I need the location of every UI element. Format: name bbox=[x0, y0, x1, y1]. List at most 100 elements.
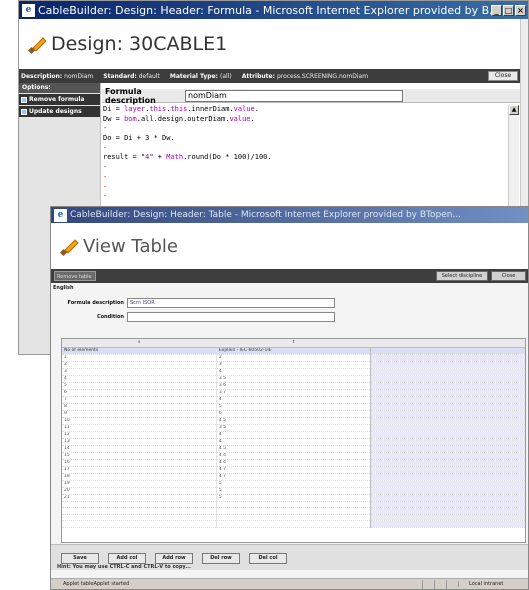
table-cell[interactable]: Explain - IEC 60502-1IE bbox=[216, 347, 371, 355]
close-window-button[interactable]: × bbox=[515, 4, 526, 16]
maximize-button[interactable]: □ bbox=[503, 4, 514, 16]
table-cell[interactable]: 4 bbox=[62, 375, 217, 383]
formula-description-input[interactable] bbox=[185, 89, 403, 102]
table-row[interactable] bbox=[62, 514, 525, 522]
table-cell[interactable]: 4 5 bbox=[216, 417, 371, 425]
table-cell[interactable]: 13 bbox=[62, 438, 217, 446]
table-row[interactable]: 34 bbox=[62, 368, 525, 376]
add-row-button[interactable]: Add row bbox=[155, 553, 193, 564]
table-row[interactable]: 15 4 4 bbox=[62, 452, 525, 460]
table-cell[interactable]: 4 4 bbox=[216, 459, 371, 467]
table-row[interactable]: 12 bbox=[62, 354, 525, 362]
add-col-button[interactable]: Add col bbox=[108, 553, 146, 564]
table-row[interactable]: 12 4 bbox=[62, 431, 525, 439]
table-cell[interactable]: No of elements bbox=[62, 347, 217, 355]
table-cell[interactable]: 9 bbox=[62, 410, 217, 418]
table-row[interactable]: 23 bbox=[62, 361, 525, 369]
table-row[interactable]: 13 4 bbox=[62, 438, 525, 446]
table-row[interactable]: 53 6 bbox=[62, 382, 525, 390]
table-cell[interactable]: 18 bbox=[62, 473, 217, 481]
table-cell[interactable]: 5 bbox=[216, 480, 371, 488]
table-cell[interactable]: 4 4 bbox=[216, 452, 371, 460]
table-row[interactable]: 19 5 bbox=[62, 480, 525, 488]
table-row[interactable]: 11 3 5 bbox=[62, 424, 525, 432]
table-cell[interactable]: 4 bbox=[216, 438, 371, 446]
table-cell[interactable]: 2 bbox=[62, 361, 217, 369]
column-header[interactable]: t bbox=[216, 339, 371, 348]
minimize-button[interactable]: _ bbox=[491, 4, 502, 16]
table-row[interactable]: 20 5 bbox=[62, 487, 525, 495]
table-cell[interactable]: 11 bbox=[62, 424, 217, 432]
table-cell[interactable]: 4 7 bbox=[216, 466, 371, 474]
table-cell[interactable]: 4 bbox=[216, 368, 371, 376]
table-cell[interactable]: 19 bbox=[62, 480, 217, 488]
table-row[interactable]: 17 4 7 bbox=[62, 466, 525, 474]
table-row[interactable]: 43 5 bbox=[62, 375, 525, 383]
table-cell[interactable]: 6 bbox=[216, 410, 371, 418]
table-cell[interactable]: 10 bbox=[62, 417, 217, 425]
select-discipline-button[interactable]: Select discipline bbox=[436, 271, 488, 281]
table-row[interactable]: No of elements Explain - IEC 60502-1IE bbox=[62, 347, 525, 355]
sidebar-item-remove-formula[interactable]: Remove formula bbox=[19, 94, 100, 105]
table-cell[interactable]: 16 bbox=[62, 459, 217, 467]
table-row[interactable] bbox=[62, 520, 525, 528]
table-cell[interactable]: 2 bbox=[216, 354, 371, 362]
table-row[interactable] bbox=[62, 507, 525, 515]
sidebar-item-update-designs[interactable]: Update designs bbox=[19, 106, 100, 117]
table-row[interactable]: 74 bbox=[62, 396, 525, 404]
table-row[interactable]: 16 4 4 bbox=[62, 459, 525, 467]
table-cell[interactable]: 6 bbox=[62, 389, 217, 397]
table-cell[interactable] bbox=[62, 514, 217, 522]
table-cell[interactable] bbox=[62, 501, 217, 509]
table-cell[interactable]: 1 bbox=[62, 354, 217, 362]
table-cell[interactable]: 15 bbox=[62, 452, 217, 460]
table-cell[interactable]: 5 bbox=[216, 487, 371, 495]
table-cell[interactable]: 5 bbox=[216, 403, 371, 411]
table-cell[interactable]: 3 5 bbox=[216, 375, 371, 383]
condition-input[interactable] bbox=[127, 312, 335, 322]
table-cell[interactable]: 3 bbox=[216, 361, 371, 369]
table-cell[interactable]: 5 bbox=[216, 494, 371, 502]
table-row[interactable]: 96 bbox=[62, 410, 525, 418]
table-cell[interactable]: 3 6 bbox=[216, 382, 371, 390]
table-cell[interactable]: 3 5 bbox=[216, 424, 371, 432]
remove-table-button[interactable]: Remove table bbox=[54, 271, 96, 281]
table-cell[interactable]: 4 bbox=[216, 431, 371, 439]
table-cell[interactable]: 14 bbox=[62, 445, 217, 453]
table-cell[interactable] bbox=[62, 520, 217, 528]
table-cell[interactable] bbox=[216, 507, 371, 515]
table-cell[interactable] bbox=[216, 520, 371, 528]
table-cell[interactable]: 3 7 bbox=[216, 389, 371, 397]
data-table[interactable]: s t No of elements Explain - IEC 60502-1I… bbox=[62, 339, 525, 528]
table-row[interactable]: 85 bbox=[62, 403, 525, 411]
formula-description-input[interactable]: Scrn ISOR bbox=[127, 298, 335, 308]
close-button[interactable]: Close bbox=[488, 71, 518, 81]
table-cell[interactable]: 8 bbox=[62, 403, 217, 411]
table-cell[interactable] bbox=[216, 514, 371, 522]
table-applet[interactable]: s t No of elements Explain - IEC 60502-1I… bbox=[61, 338, 526, 543]
table-cell[interactable] bbox=[216, 501, 371, 509]
table-cell[interactable]: 7 bbox=[62, 396, 217, 404]
table-cell[interactable] bbox=[62, 507, 217, 515]
table-cell[interactable]: 17 bbox=[62, 466, 217, 474]
table-cell[interactable]: 20 bbox=[62, 487, 217, 495]
scroll-up-icon[interactable]: ▲ bbox=[509, 105, 519, 115]
table-cell[interactable]: 3 bbox=[62, 368, 217, 376]
table-row[interactable] bbox=[62, 501, 525, 509]
table-row[interactable]: 18 4 7 bbox=[62, 473, 525, 481]
table-cell[interactable]: 4 bbox=[216, 396, 371, 404]
table-cell[interactable]: 21 bbox=[62, 494, 217, 502]
table-row[interactable]: 10 4 5 bbox=[62, 417, 525, 425]
formula-window-titlebar[interactable]: e CableBuilder: Design: Header: Formula … bbox=[19, 1, 528, 19]
save-button[interactable]: Save bbox=[61, 553, 99, 564]
table-window-titlebar[interactable]: e CableBuilder: Design: Header: Table - … bbox=[51, 207, 528, 223]
table-cell[interactable]: 12 bbox=[62, 431, 217, 439]
del-row-button[interactable]: Del row bbox=[202, 553, 240, 564]
table-row[interactable]: 63 7 bbox=[62, 389, 525, 397]
table-cell[interactable]: 4 5 bbox=[216, 445, 371, 453]
del-col-button[interactable]: Del col bbox=[249, 553, 287, 564]
table-cell[interactable]: 5 bbox=[62, 382, 217, 390]
table-cell[interactable]: 4 7 bbox=[216, 473, 371, 481]
close-button[interactable]: Close bbox=[491, 271, 526, 281]
table-row[interactable]: 14 4 5 bbox=[62, 445, 525, 453]
